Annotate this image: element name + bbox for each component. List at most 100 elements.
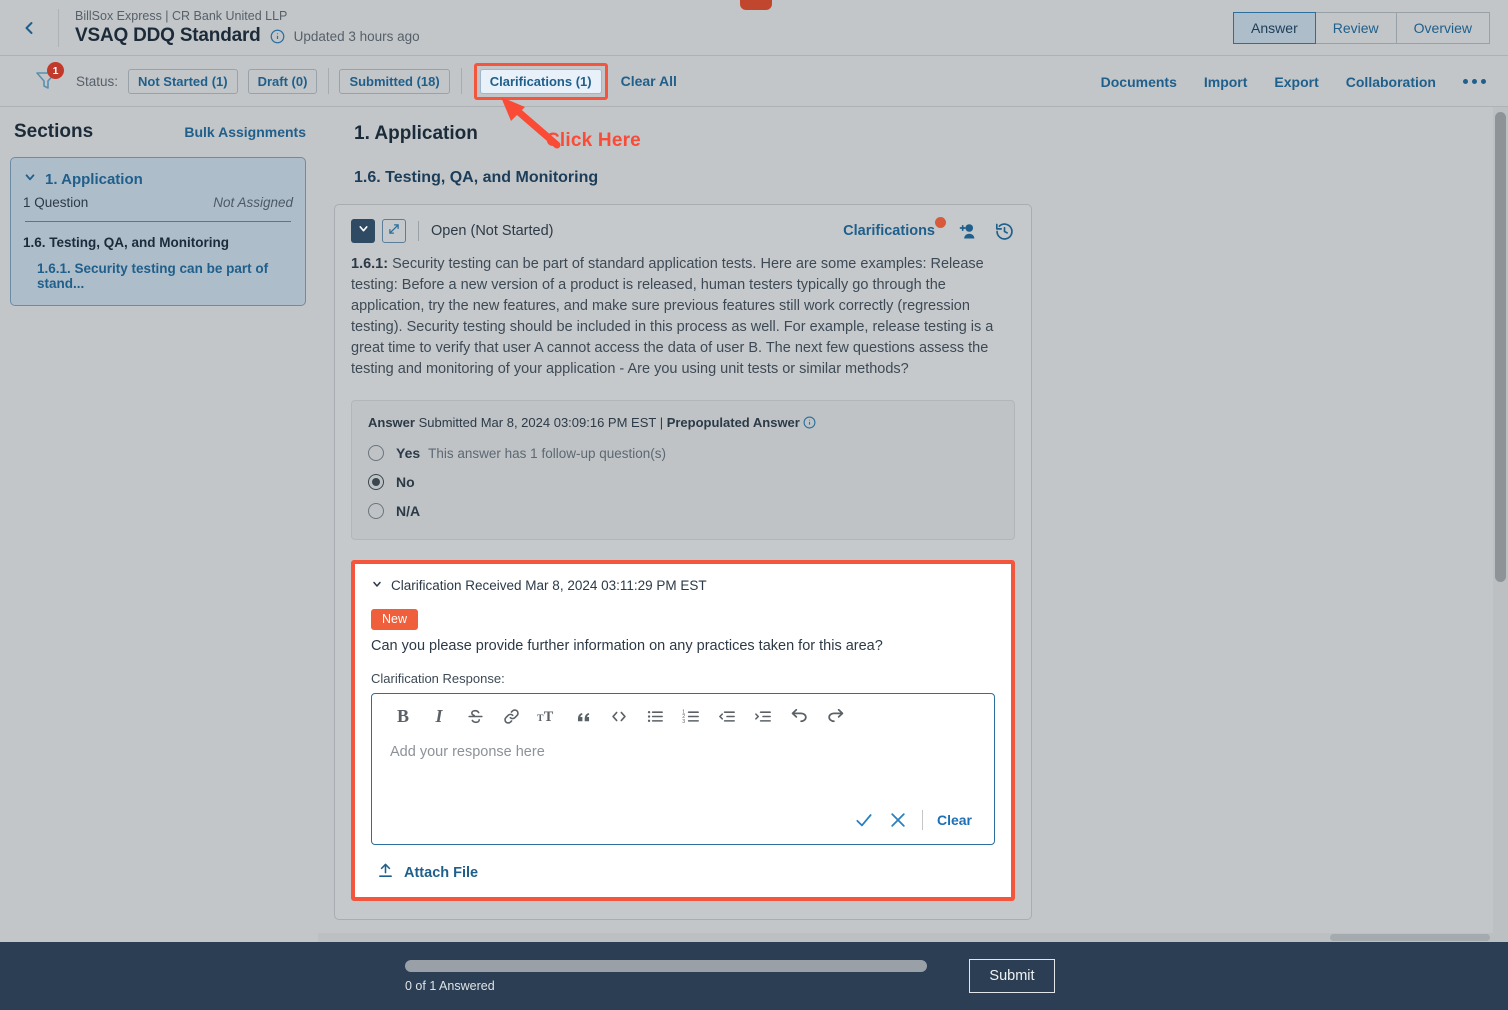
question-card-header: Open (Not Started) Clarifications [351,217,1015,243]
divider [460,68,462,94]
view-switcher: Answer Review Overview [1233,12,1490,44]
answer-option-yes-note: This answer has 1 follow-up question(s) [428,445,666,461]
vertical-scrollbar-thumb[interactable] [1495,112,1506,582]
check-icon[interactable] [854,810,874,830]
question-number: 1.6.1: [351,256,389,272]
editor-body[interactable]: Add your response here [372,736,994,810]
chip-submitted[interactable]: Submitted (18) [339,68,450,94]
horizontal-scrollbar-thumb[interactable] [1330,934,1490,941]
link-icon[interactable] [498,704,524,728]
horizontal-scrollbar-track[interactable] [318,933,1493,942]
title-row: VSAQ DDQ Standard Updated 3 hours ago [75,25,420,47]
unread-dot-icon [935,217,946,228]
bulleted-list-icon[interactable] [642,704,668,728]
clarification-question-text: Can you please provide further informati… [371,638,883,654]
collapse-question-button[interactable] [351,219,375,243]
filter-button[interactable]: 1 [34,62,64,94]
bold-icon[interactable]: B [390,704,416,728]
sidebar-section-card: 1. Application 1 Question Not Assigned 1… [10,157,306,306]
numbered-list-icon[interactable]: 123 [678,704,704,728]
answer-option-no[interactable]: No [368,474,998,490]
sidebar-item-question[interactable]: 1.6.1. Security testing can be part of s… [37,261,293,291]
chevron-down-icon [23,170,37,188]
radio-yes[interactable] [368,445,384,461]
expand-diagonal-icon [387,222,401,241]
info-icon[interactable] [803,416,816,432]
chip-clarifications[interactable]: Clarifications (1) [479,68,602,94]
filter-badge: 1 [47,62,64,79]
divider [25,221,291,222]
outdent-icon[interactable] [714,704,740,728]
sidebar-item-subsection[interactable]: 1.6. Testing, QA, and Monitoring [23,235,293,250]
answer-option-no-label: No [396,474,415,490]
sidebar-title: Sections [14,121,94,142]
tab-answer[interactable]: Answer [1233,12,1316,44]
link-collaboration[interactable]: Collaboration [1346,74,1436,90]
bottom-bar: 0 of 1 Answered Submit [0,942,1508,1010]
document-title-block: BillSox Express | CR Bank United LLP VSA… [59,8,420,47]
main-section-title: 1. Application [354,123,478,144]
indent-icon[interactable] [750,704,776,728]
sidebar-section-label: 1. Application [45,170,143,188]
bulk-assignments-button[interactable]: Bulk Assignments [184,124,306,140]
chevron-left-icon [19,18,39,38]
clarification-response-editor[interactable]: B I TT 1 2 3 Add your response here Clea… [371,693,995,845]
link-import[interactable]: Import [1204,74,1248,90]
italic-icon[interactable]: I [426,704,452,728]
chip-draft[interactable]: Draft (0) [247,68,318,94]
clarifications-link-label: Clarifications [843,223,935,239]
clarifications-link[interactable]: Clarifications [843,217,946,239]
clarification-panel-highlight: Clarification Received Mar 8, 2024 03:11… [351,560,1015,901]
status-badge: New [371,609,419,630]
attach-file-button[interactable]: Attach File [377,862,995,883]
clear-all-button[interactable]: Clear All [621,73,677,89]
question-body: Security testing can be part of standard… [351,256,994,377]
sidebar-item-application[interactable]: 1. Application [23,170,293,188]
main-content: 1. Application 1.6. Testing, QA, and Mon… [318,107,1508,970]
answer-option-yes-label: Yes [396,445,421,461]
info-icon[interactable] [270,29,285,44]
link-documents[interactable]: Documents [1101,74,1177,90]
radio-na[interactable] [368,503,384,519]
sidebar-header: Sections Bulk Assignments [0,107,318,143]
clear-response-button[interactable]: Clear [937,812,972,828]
add-person-icon[interactable] [957,221,978,242]
attach-file-label: Attach File [404,864,479,881]
close-x-icon[interactable] [888,810,908,830]
submit-button[interactable]: Submit [969,959,1055,993]
answer-meta: Answer Submitted Mar 8, 2024 03:09:16 PM… [368,415,998,432]
link-export[interactable]: Export [1274,74,1318,90]
tab-review[interactable]: Review [1315,12,1397,44]
font-size-icon[interactable]: TT [534,704,560,728]
redo-icon[interactable] [822,704,848,728]
clarification-received-header[interactable]: Clarification Received Mar 8, 2024 03:11… [371,578,995,593]
more-horizontal-icon[interactable] [1463,79,1486,84]
answer-option-yes[interactable]: Yes This answer has 1 follow-up question… [368,445,998,461]
answer-meta-prepopulated: Prepopulated Answer [666,415,800,430]
history-clock-icon[interactable] [994,221,1015,242]
expand-question-button[interactable] [382,219,406,243]
status-label: Status: [76,73,119,89]
svg-text:3: 3 [682,718,685,724]
answer-meta-submitted: Submitted Mar 8, 2024 03:09:16 PM EST | [414,415,667,430]
question-status: Open (Not Started) [431,223,554,239]
undo-icon[interactable] [786,704,812,728]
sections-sidebar: Sections Bulk Assignments 1. Application… [0,107,318,970]
tab-overview[interactable]: Overview [1396,12,1490,44]
filter-bar: 1 Status: Not Started (1) Draft (0) Subm… [0,56,1508,107]
top-bar: BillSox Express | CR Bank United LLP VSA… [0,0,1508,56]
chip-not-started[interactable]: Not Started (1) [128,68,238,94]
progress-block: 0 of 1 Answered [405,959,927,993]
page-title: VSAQ DDQ Standard [75,25,261,46]
back-button[interactable] [0,0,58,56]
radio-no[interactable] [368,474,384,490]
code-block-icon[interactable] [606,704,632,728]
sidebar-section-meta: 1 Question Not Assigned [23,195,293,210]
answer-option-na[interactable]: N/A [368,503,998,519]
toolbar-links: Documents Import Export Collaboration [1101,56,1486,107]
top-cut-off-marker [740,0,772,10]
updated-timestamp: Updated 3 hours ago [293,28,420,44]
strikethrough-icon[interactable] [462,704,488,728]
blockquote-icon[interactable] [570,704,596,728]
progress-label: 0 of 1 Answered [405,978,495,993]
